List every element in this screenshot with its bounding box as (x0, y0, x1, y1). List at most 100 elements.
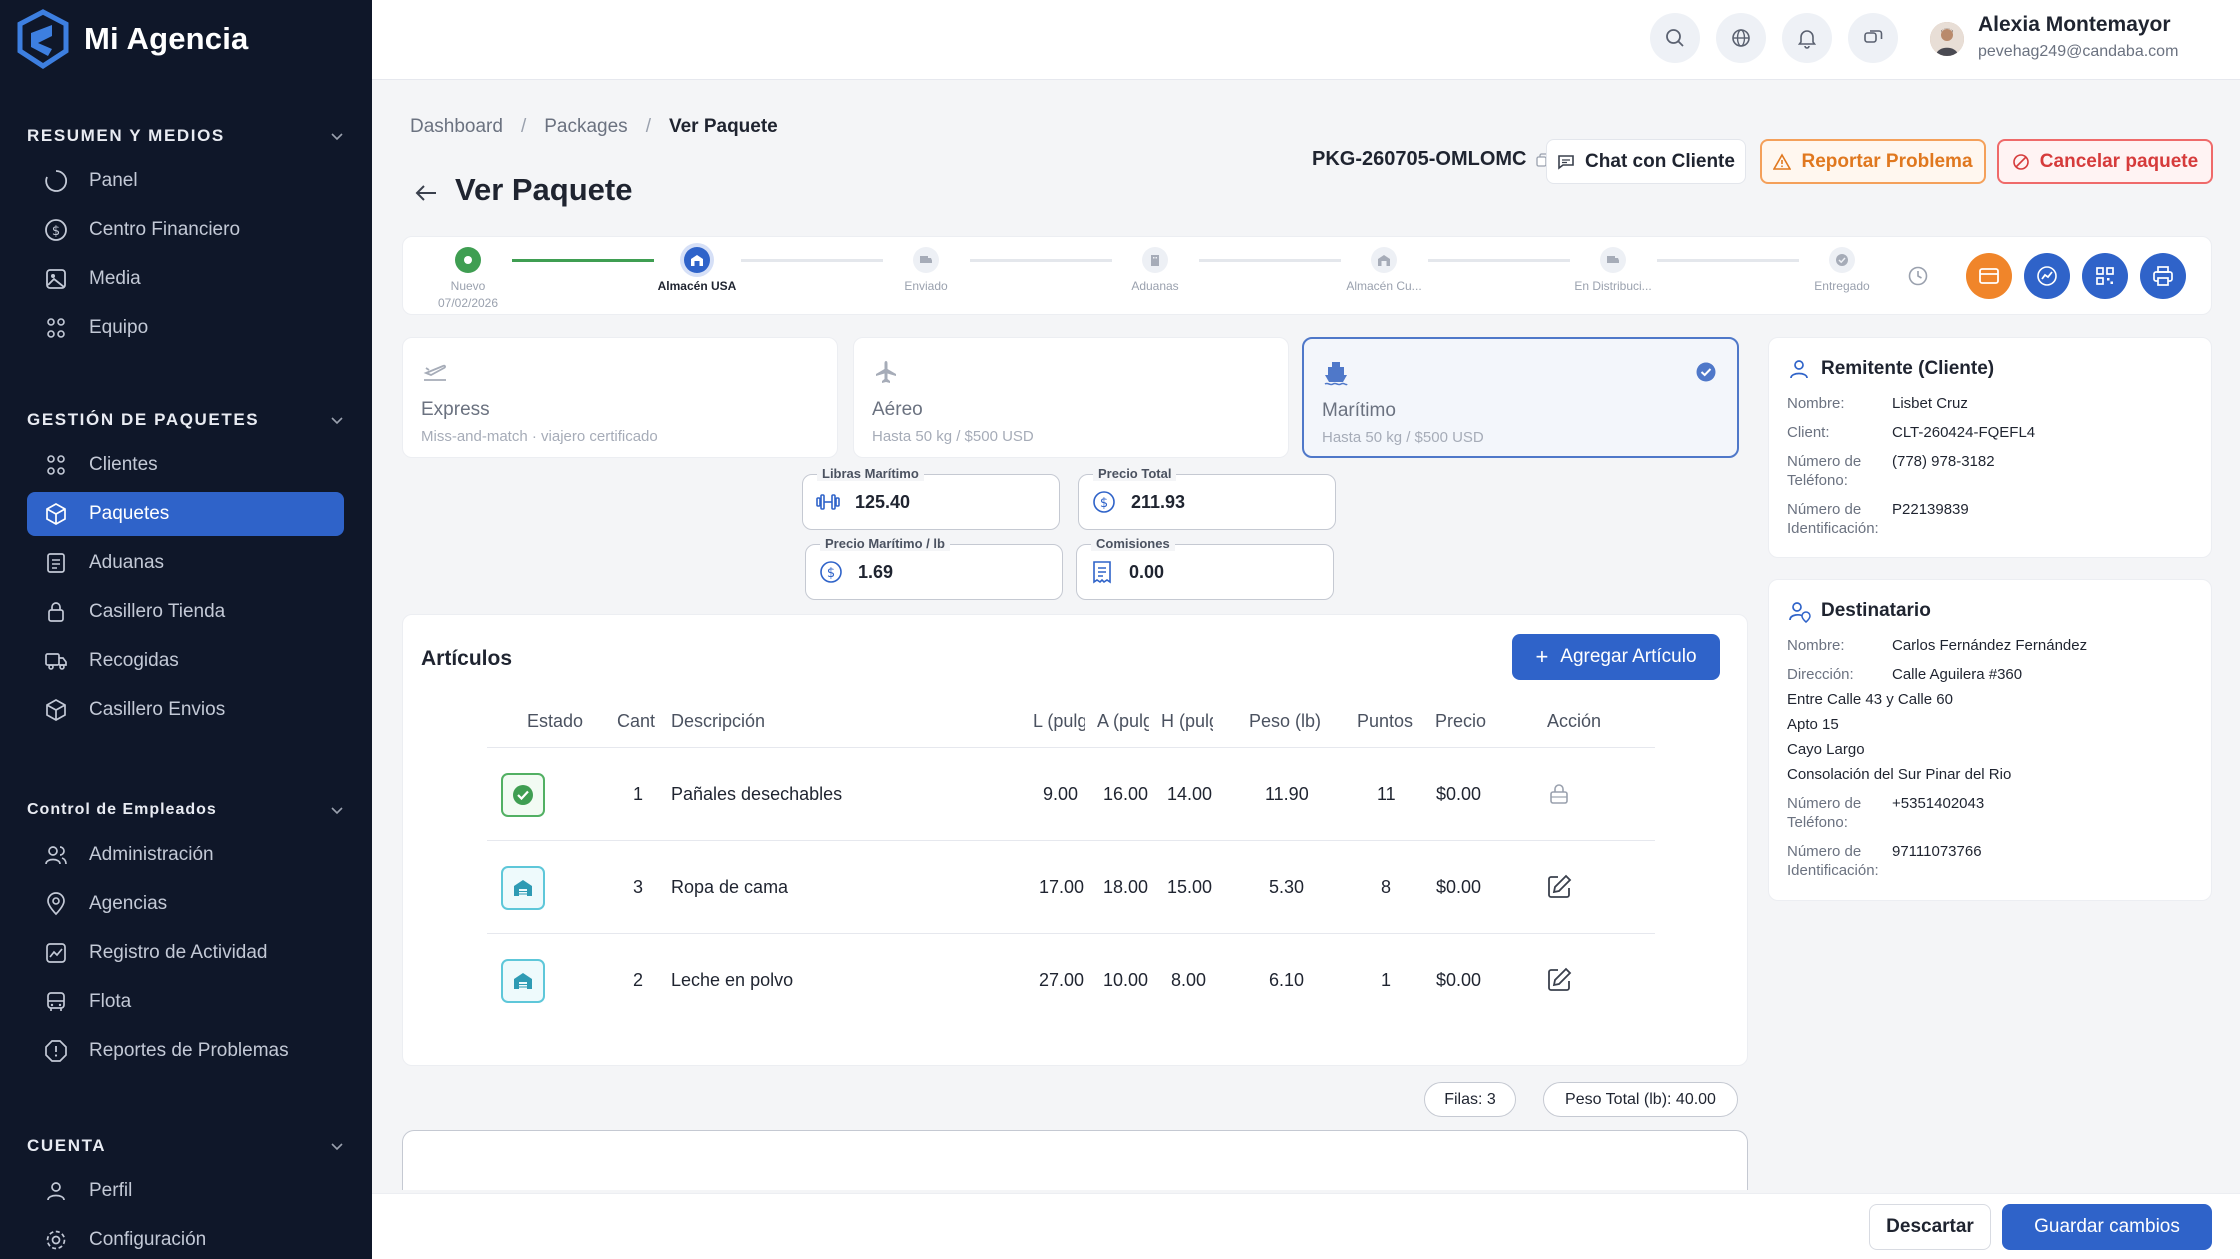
step-nuevo[interactable]: Nuevo 07/02/2026 (403, 247, 533, 310)
search-icon (1666, 29, 1684, 47)
edit-icon[interactable] (1545, 966, 1573, 999)
address-line: Cayo Largo (1787, 741, 1865, 758)
airplane-icon (876, 361, 896, 383)
precio-maritimo-lb-field[interactable]: Precio Marítimo / lb $ 1.69 (805, 536, 1063, 600)
check-circle-icon (1696, 362, 1716, 382)
user-icon (1790, 360, 1808, 379)
sidebar-item-reportes-problemas[interactable]: Reportes de Problemas (27, 1029, 344, 1073)
add-article-button[interactable]: + Agregar Artículo (1512, 634, 1720, 680)
step-almacen-cuba[interactable]: Almacén Cu... (1319, 247, 1449, 293)
print-button[interactable] (2140, 253, 2186, 299)
tracking-chart-button[interactable] (2024, 253, 2070, 299)
main-content: Alexia Montemayor pevehag249@candaba.com… (372, 0, 2240, 1259)
col-peso[interactable]: Peso (lb) (1249, 711, 1321, 732)
payment-button[interactable] (1966, 253, 2012, 299)
recipient-card: Destinatario Nombre: Carlos Fernández Fer… (1768, 579, 2212, 901)
brand[interactable]: Mi Agencia (0, 0, 372, 78)
breadcrumb-dashboard[interactable]: Dashboard (410, 116, 503, 138)
save-changes-button[interactable]: Guardar cambios (2002, 1204, 2212, 1250)
warehouse-status-icon[interactable] (501, 866, 545, 910)
articles-card: Artículos + Agregar Artículo Estado Cant… (402, 614, 1748, 1066)
cancel-package-button[interactable]: Cancelar paquete (1997, 139, 2213, 184)
edit-icon[interactable] (1545, 873, 1573, 906)
notifications-button[interactable] (1782, 13, 1832, 63)
sidebar-item-media[interactable]: Media (27, 257, 344, 301)
comisiones-field[interactable]: Comisiones 0.00 (1076, 536, 1334, 600)
topbar: Alexia Montemayor pevehag249@candaba.com (372, 0, 2240, 80)
section-header-gestion[interactable]: GESTIÓN DE PAQUETES (0, 402, 372, 438)
sidebar-item-aduanas[interactable]: Aduanas (27, 541, 344, 585)
step-dot (455, 247, 481, 273)
col-puntos[interactable]: Puntos (1357, 711, 1413, 732)
dollar-circle-icon: $ (820, 561, 842, 583)
table-row: 2 Leche en polvo 27.00 10.00 8.00 6.10 1… (487, 936, 1655, 1028)
chevron-down-icon (331, 807, 343, 815)
section-header-cuenta[interactable]: CUENTA (0, 1128, 372, 1164)
credit-card-icon (1979, 268, 1999, 284)
search-button[interactable] (1650, 13, 1700, 63)
sidebar-item-administracion[interactable]: Administración (27, 833, 344, 877)
col-cant[interactable]: Cant (617, 711, 655, 732)
sidebar-item-clientes[interactable]: Clientes (27, 443, 344, 487)
col-precio[interactable]: Precio (1435, 711, 1486, 732)
service-express-card[interactable]: Express Miss-and-match · viajero certifi… (402, 337, 838, 458)
warehouse-icon (1371, 247, 1397, 273)
package-icon (43, 697, 69, 723)
sidebar: Mi Agencia RESUMEN Y MEDIOS Panel $ Cent… (0, 0, 372, 1259)
user-name[interactable]: Alexia Montemayor (1978, 13, 2171, 37)
section-header-resumen[interactable]: RESUMEN Y MEDIOS (0, 118, 372, 154)
step-enviado[interactable]: Enviado (861, 247, 991, 293)
sidebar-item-panel[interactable]: Panel (27, 159, 344, 203)
back-arrow-icon[interactable] (412, 179, 440, 207)
sidebar-item-centro-financiero[interactable]: $ Centro Financiero (27, 208, 344, 252)
qr-code-button[interactable] (2082, 253, 2128, 299)
libras-maritimo-field[interactable]: Libras Marítimo 125.40 (802, 466, 1060, 530)
discard-button[interactable]: Descartar (1869, 1204, 1991, 1250)
step-almacen-usa[interactable]: Almacén USA (632, 247, 762, 293)
truck-icon (913, 247, 939, 273)
service-aereo-card[interactable]: Aéreo Hasta 50 kg / $500 USD (853, 337, 1289, 458)
package-icon (43, 501, 69, 527)
language-button[interactable] (1716, 13, 1766, 63)
status-checked-icon[interactable] (501, 773, 545, 817)
sidebar-item-casillero-tienda[interactable]: Casillero Tienda (27, 590, 344, 634)
col-largo[interactable]: L (pulg (1033, 711, 1085, 732)
sidebar-item-flota[interactable]: Flota (27, 980, 344, 1024)
breadcrumb: Dashboard / Packages / Ver Paquete (410, 116, 778, 138)
sender-name-row: Nombre: Lisbet Cruz (1787, 395, 1968, 412)
chat-client-button[interactable]: Chat con Cliente (1546, 139, 1746, 184)
sidebar-item-configuracion[interactable]: Configuración (27, 1218, 344, 1259)
col-ancho[interactable]: A (pulg (1097, 711, 1149, 732)
globe-icon (1732, 29, 1750, 47)
col-alto[interactable]: H (pulg (1161, 711, 1213, 732)
sidebar-item-casillero-envios[interactable]: Casillero Envios (27, 688, 344, 732)
nav-section-cuenta: CUENTA Perfil Configuración (0, 1128, 372, 1259)
avatar[interactable] (1930, 22, 1964, 56)
sidebar-item-perfil[interactable]: Perfil (27, 1169, 344, 1213)
step-aduanas[interactable]: Aduanas (1090, 247, 1220, 293)
col-descripcion[interactable]: Descripción (671, 711, 765, 732)
step-entregado[interactable]: Entregado (1777, 247, 1907, 293)
service-maritimo-card[interactable]: Marítimo Hasta 50 kg / $500 USD (1302, 337, 1739, 458)
section-header-empleados[interactable]: Control de Empleados (0, 792, 372, 828)
sidebar-item-registro-actividad[interactable]: Registro de Actividad (27, 931, 344, 975)
nav-section-empleados: Control de Empleados Administración Agen… (0, 792, 372, 1078)
sidebar-item-recogidas[interactable]: Recogidas (27, 639, 344, 683)
precio-total-field[interactable]: Precio Total $ 211.93 (1078, 466, 1336, 530)
map-pin-icon (43, 891, 69, 917)
chat-bubbles-icon (1864, 30, 1883, 43)
sidebar-item-agencias[interactable]: Agencias (27, 882, 344, 926)
sidebar-item-equipo[interactable]: Equipo (27, 306, 344, 350)
check-circle-icon (1829, 247, 1855, 273)
col-estado[interactable]: Estado (527, 711, 583, 732)
recipient-phone-row: Número de Teléfono: +5351402043 (1787, 795, 1985, 831)
breadcrumb-packages[interactable]: Packages (544, 116, 627, 138)
messages-button[interactable] (1848, 13, 1898, 63)
breadcrumb-separator: / (645, 116, 651, 137)
sidebar-item-paquetes[interactable]: Paquetes (27, 492, 344, 536)
report-problem-button[interactable]: Reportar Problema (1760, 139, 1986, 184)
warehouse-status-icon[interactable] (501, 959, 545, 1003)
breadcrumb-current: Ver Paquete (668, 116, 778, 137)
step-en-distribucion[interactable]: En Distribuci... (1548, 247, 1678, 293)
history-clock-icon[interactable] (1907, 265, 1929, 287)
